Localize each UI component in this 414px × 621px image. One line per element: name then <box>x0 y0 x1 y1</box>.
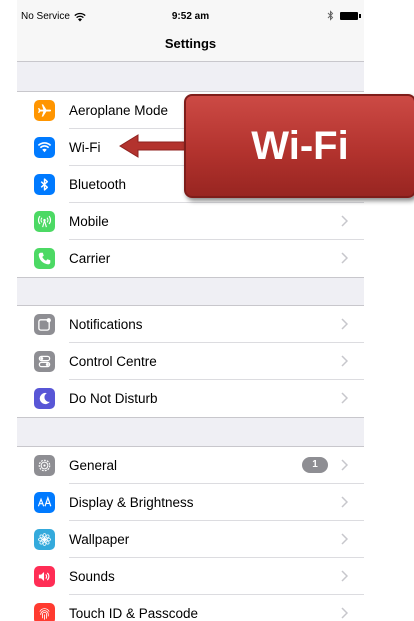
wifi-callout-label: Wi-Fi <box>184 94 414 198</box>
wifi-icon <box>34 137 55 158</box>
row-label: Display & Brightness <box>69 495 194 510</box>
clock: 9:52 am <box>171 11 210 22</box>
row-sounds[interactable]: Sounds <box>17 558 364 595</box>
row-label: Do Not Disturb <box>69 391 158 406</box>
row-mobile[interactable]: Mobile <box>17 203 364 240</box>
chevron-right-icon <box>341 318 348 330</box>
chevron-right-icon <box>341 392 348 404</box>
row-label: Control Centre <box>69 354 157 369</box>
chevron-right-icon <box>341 607 348 619</box>
row-label: Aeroplane Mode <box>69 103 169 118</box>
flower-icon <box>34 529 55 550</box>
row-label: Notifications <box>69 317 143 332</box>
notifications-icon <box>34 314 55 335</box>
chevron-right-icon <box>341 570 348 582</box>
chevron-right-icon <box>341 355 348 367</box>
row-general[interactable]: General 1 <box>17 447 364 484</box>
row-control-centre[interactable]: Control Centre <box>17 343 364 380</box>
row-label: Wi-Fi <box>69 140 101 155</box>
chevron-right-icon <box>341 215 348 227</box>
bluetooth-status-icon <box>327 10 334 21</box>
airplane-icon <box>34 100 55 121</box>
update-count-badge: 1 <box>302 457 328 473</box>
row-wallpaper[interactable]: Wallpaper <box>17 521 364 558</box>
battery-icon <box>340 11 361 20</box>
row-display-brightness[interactable]: Display & Brightness <box>17 484 364 521</box>
pointer-arrow-icon <box>119 134 188 158</box>
row-touch-id-passcode[interactable]: Touch ID & Passcode <box>17 595 364 621</box>
toggles-icon <box>34 351 55 372</box>
navigation-bar: Settings <box>17 24 364 62</box>
settings-group-notifications: Notifications Control Centre Do Not Dist… <box>17 305 364 418</box>
text-size-icon <box>34 492 55 513</box>
row-label: Sounds <box>69 569 115 584</box>
row-label: Mobile <box>69 214 109 229</box>
chevron-right-icon <box>341 533 348 545</box>
settings-group-general: General 1 Display & Brightness Wallpaper… <box>17 446 364 621</box>
row-notifications[interactable]: Notifications <box>17 306 364 343</box>
fingerprint-icon <box>34 603 55 621</box>
cellular-antenna-icon <box>34 211 55 232</box>
chevron-right-icon <box>341 252 348 264</box>
row-label: Bluetooth <box>69 177 127 192</box>
speaker-icon <box>34 566 55 587</box>
bluetooth-icon <box>34 174 55 195</box>
callout-text: Wi-Fi <box>251 123 349 168</box>
chevron-right-icon <box>341 459 348 471</box>
row-label: General <box>69 458 118 473</box>
moon-icon <box>34 388 55 409</box>
row-label: Wallpaper <box>69 532 130 547</box>
page-title: Settings <box>164 36 217 51</box>
row-do-not-disturb[interactable]: Do Not Disturb <box>17 380 364 417</box>
row-carrier[interactable]: Carrier <box>17 240 364 277</box>
phone-icon <box>34 248 55 269</box>
status-bar: No Service 9:52 am <box>17 0 364 24</box>
row-label: Carrier <box>69 251 111 266</box>
gear-icon <box>34 455 55 476</box>
chevron-right-icon <box>341 496 348 508</box>
status-icons <box>327 10 361 21</box>
row-label: Touch ID & Passcode <box>69 606 199 621</box>
